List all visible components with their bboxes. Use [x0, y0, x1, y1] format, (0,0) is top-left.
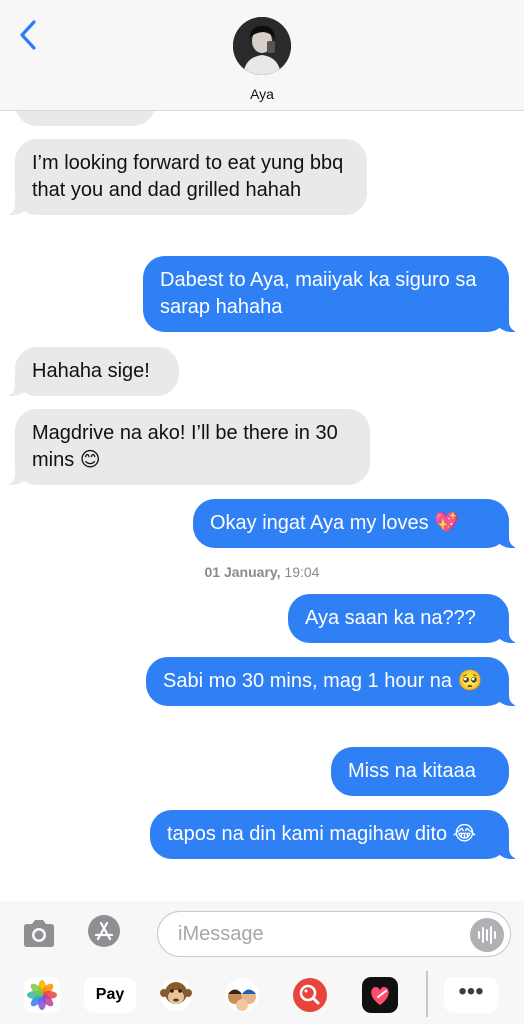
camera-icon — [24, 920, 54, 947]
message-text: Miss na kitaaa — [348, 760, 476, 782]
message-text: Okay ingat Aya my loves 💖 — [210, 512, 460, 534]
memoji-stickers-button[interactable] — [220, 977, 264, 1013]
message-bubble-outgoing[interactable]: Dabest to Aya, maiiyak ka siguro sa sara… — [143, 256, 520, 332]
apple-pay-button[interactable]: Pay — [84, 977, 136, 1013]
chevron-left-icon — [20, 20, 36, 50]
app-drawer-divider — [426, 971, 428, 1017]
message-text: tapos na din kami magihaw dito 😂 — [167, 823, 477, 845]
camera-button[interactable] — [20, 917, 58, 951]
app-store-icon — [94, 921, 114, 941]
message-text: Dabest to Aya, maiiyak ka siguro sa sara… — [160, 269, 477, 318]
message-bubble-incoming[interactable]: I’m looking forward to eat yung bbq that… — [4, 139, 367, 215]
message-bubble-outgoing[interactable]: Sabi mo 30 mins, mag 1 hour na 🥺 — [146, 657, 520, 706]
memoji-monkey-button[interactable] — [154, 977, 198, 1013]
message-bubble-incoming[interactable]: Magdrive na ako! I’ll be there in 30 min… — [4, 409, 370, 485]
message-bubble-outgoing[interactable]: Aya saan ka na??? — [288, 594, 520, 643]
image-search-icon — [293, 978, 327, 1012]
apple-pay-label: Pay — [95, 986, 125, 1003]
compose-bar: Pay — [0, 901, 524, 1024]
message-input[interactable] — [158, 912, 448, 956]
more-icon: ••• — [458, 978, 484, 1005]
conversation-header: Aya — [0, 0, 524, 111]
timestamp: 01 January, 19:04 — [0, 564, 524, 580]
back-button[interactable] — [14, 18, 44, 52]
message-text: I’m looking forward to eat yung bbq that… — [32, 152, 344, 201]
app-store-button[interactable] — [88, 915, 120, 947]
message-bubble-outgoing[interactable]: tapos na din kami magihaw dito 😂 — [150, 810, 520, 859]
memoji-monkey-icon — [160, 979, 192, 1011]
image-search-button[interactable] — [288, 977, 332, 1013]
contact-avatar[interactable] — [233, 17, 291, 75]
message-input-field[interactable] — [157, 911, 511, 957]
more-apps-button[interactable]: ••• — [444, 977, 498, 1013]
message-list[interactable]: I’m looking forward to eat yung bbq that… — [0, 111, 524, 901]
app-drawer: Pay ••• — [0, 971, 524, 1021]
waveform-icon — [478, 926, 496, 944]
message-text: Magdrive na ako! I’ll be there in 30 min… — [32, 422, 338, 471]
message-bubble-outgoing[interactable]: Miss na kitaaa — [331, 747, 509, 796]
message-bubble-outgoing[interactable]: Okay ingat Aya my loves 💖 — [193, 499, 520, 548]
avatar-photo — [233, 17, 291, 75]
message-bubble-partial[interactable] — [15, 111, 155, 126]
audio-record-button[interactable] — [470, 918, 504, 952]
message-bubble-incoming[interactable]: Hahaha sige! — [4, 347, 179, 396]
photos-icon — [24, 977, 60, 1013]
timestamp-time: 19:04 — [284, 564, 320, 580]
photos-app-button[interactable] — [20, 977, 64, 1013]
message-text: Sabi mo 30 mins, mag 1 hour na 🥺 — [163, 670, 483, 692]
memoji-stickers-icon — [225, 978, 259, 1012]
message-text: Aya saan ka na??? — [305, 607, 476, 629]
digital-touch-icon — [362, 977, 398, 1013]
timestamp-date: 01 January, — [204, 564, 281, 580]
digital-touch-button[interactable] — [358, 977, 402, 1013]
message-text: Hahaha sige! — [32, 360, 150, 382]
contact-name[interactable]: Aya — [0, 86, 524, 102]
